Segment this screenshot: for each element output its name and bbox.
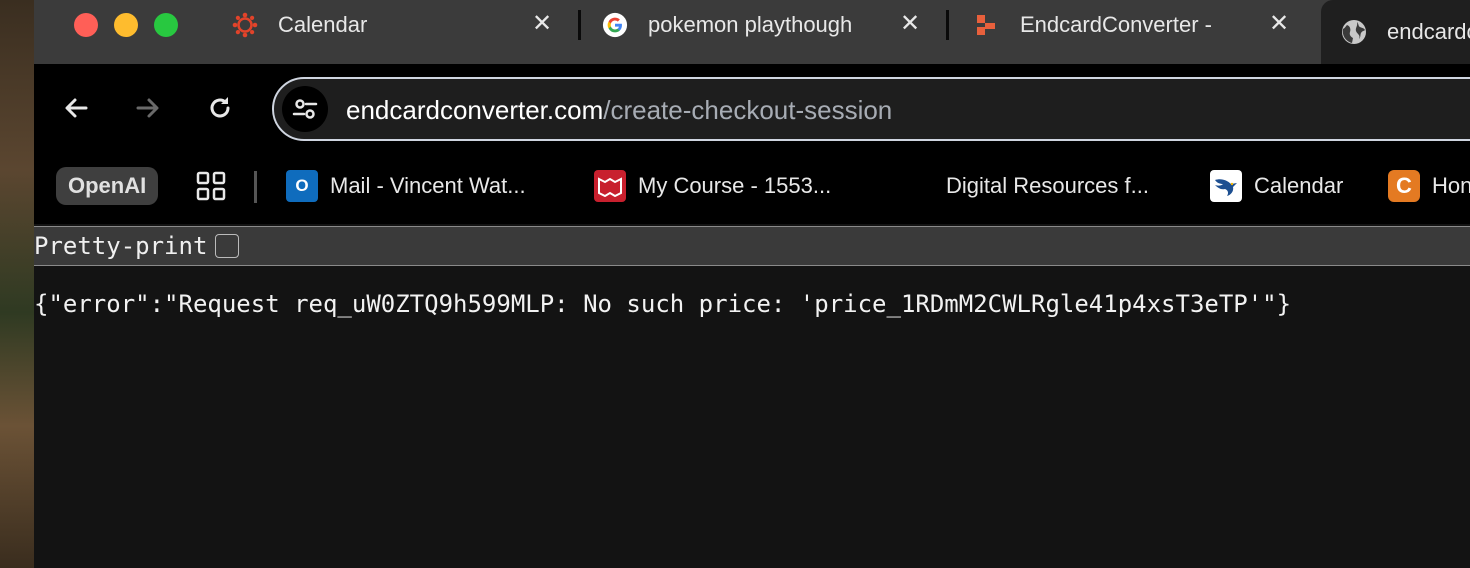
tab-pokemon[interactable]: pokemon playthough ✕	[602, 0, 922, 50]
bookmark-openai[interactable]: OpenAI	[56, 167, 159, 205]
bookmark-label: Digital Resources f...	[946, 173, 1149, 198]
url-host: endcardconverter.com	[346, 95, 604, 125]
globe-icon	[1341, 19, 1367, 45]
canvas-logo-icon	[232, 12, 258, 38]
arrow-right-icon	[136, 98, 159, 118]
url-path: /create-checkout-session	[603, 95, 893, 125]
bookmark-digital-resources[interactable]: Digital Resources f...	[946, 167, 1149, 205]
browser-toolbar: endcardconverter.com/create-checkout-ses…	[34, 64, 1470, 156]
tab-title: endcardconverter	[1387, 19, 1470, 44]
eagle-logo-icon	[1210, 170, 1242, 202]
tab-divider	[578, 10, 581, 40]
url-text[interactable]: endcardconverter.com/create-checkout-ses…	[346, 95, 892, 126]
minimize-window-button[interactable]	[114, 13, 138, 37]
bookmark-label: Hon	[1432, 173, 1470, 198]
course-c-icon: C	[1388, 170, 1420, 202]
tab-calendar[interactable]: Calendar ✕	[232, 0, 554, 50]
bookmark-label: Calendar	[1254, 173, 1344, 198]
address-bar[interactable]: endcardconverter.com/create-checkout-ses…	[272, 77, 1470, 141]
close-icon[interactable]: ✕	[1267, 12, 1291, 36]
bookmark-label: Mail - Vincent Wat...	[330, 173, 526, 198]
endcard-logo-icon	[974, 12, 1000, 38]
bookmarks-divider	[254, 171, 257, 203]
desktop-background	[0, 0, 34, 568]
tab-endcardconverter-active[interactable]: endcardconverter	[1321, 0, 1470, 64]
bookmark-my-course[interactable]: My Course - 1553...	[594, 167, 831, 205]
page-content: Pretty-print {"error":"Request req_uW0ZT…	[34, 224, 1470, 568]
outlook-icon: O	[286, 170, 318, 202]
reload-button[interactable]	[202, 90, 238, 126]
tab-title: Calendar	[278, 12, 368, 37]
bookmark-mail[interactable]: O Mail - Vincent Wat...	[286, 167, 526, 205]
apps-button[interactable]	[196, 167, 226, 205]
bookmark-label: My Course - 1553...	[638, 173, 832, 198]
pretty-print-bar: Pretty-print	[34, 226, 1470, 266]
tune-icon	[292, 99, 318, 119]
back-button[interactable]	[58, 90, 94, 126]
tab-strip: Calendar ✕ pokemon playthough ✕ EndcardC…	[34, 0, 1470, 64]
tab-title: pokemon playthough	[648, 12, 853, 37]
close-icon[interactable]: ✕	[530, 12, 554, 36]
google-g-icon	[602, 12, 628, 38]
bookmark-home[interactable]: C Hon	[1388, 167, 1470, 205]
tab-endcardconverter[interactable]: EndcardConverter - ✕	[974, 0, 1291, 50]
bookmarks-bar: OpenAI O Mail - Vincent Wat... My Course…	[34, 156, 1470, 224]
pretty-print-label: Pretty-print	[34, 232, 208, 260]
json-response: {"error":"Request req_uW0ZTQ9h599MLP: No…	[34, 290, 1292, 318]
mcgraw-hill-icon	[594, 170, 626, 202]
tab-title: EndcardConverter -	[1020, 12, 1212, 37]
pretty-print-checkbox[interactable]	[215, 234, 240, 258]
forward-button[interactable]	[130, 90, 166, 126]
close-window-button[interactable]	[74, 13, 98, 37]
site-info-button[interactable]	[282, 86, 328, 132]
browser-window: Calendar ✕ pokemon playthough ✕ EndcardC…	[34, 0, 1470, 568]
tab-divider	[946, 10, 949, 40]
bookmark-label: OpenAI	[68, 173, 147, 198]
bookmark-calendar[interactable]: Calendar	[1210, 167, 1343, 205]
arrow-left-icon	[65, 98, 88, 118]
maximize-window-button[interactable]	[154, 13, 178, 37]
apps-grid-icon	[196, 171, 226, 201]
reload-icon	[210, 97, 230, 118]
close-icon[interactable]: ✕	[898, 12, 922, 36]
